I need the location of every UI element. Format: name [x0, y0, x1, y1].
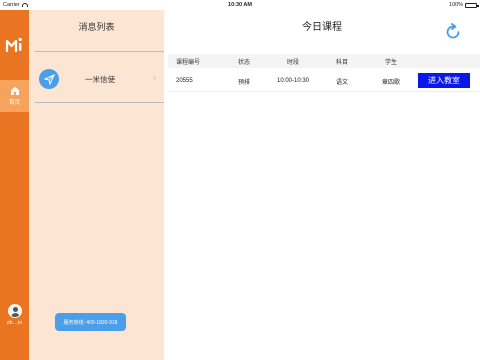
- table-row: 20555 预排 10:00-10:30 语文 章四歌 进入教室: [168, 72, 480, 90]
- battery-info: 100%: [448, 2, 479, 8]
- user-name: zh…in: [6, 320, 23, 326]
- course-status: 预排: [237, 79, 250, 86]
- column-header-status: 状态: [237, 59, 250, 66]
- chevron-right-icon: ›: [153, 72, 156, 82]
- status-bar: Carrier 10:30 AM 100%: [0, 0, 480, 10]
- hotline-button[interactable]: 服务热线: 400-1820-918: [55, 313, 126, 331]
- divider: [35, 51, 164, 52]
- course-time: 10:00-10:30: [276, 78, 310, 84]
- course-id: 20555: [176, 78, 193, 84]
- message-panel: 消息列表 一米信使 › 服务热线: 400-1820-918: [29, 10, 164, 360]
- message-item[interactable]: 一米信使 ›: [35, 58, 164, 100]
- column-header-course-id: 课程编号: [176, 59, 201, 66]
- page-title: 今日课程: [302, 22, 342, 33]
- nav-home-label: 首页: [8, 100, 20, 106]
- clock: 10:30 AM: [228, 2, 252, 8]
- enter-classroom-button[interactable]: 进入教室: [418, 73, 470, 88]
- column-header-time: 时段: [286, 59, 299, 66]
- message-item-label: 一米信使: [85, 74, 115, 84]
- left-rail: 首页 zh…in: [0, 10, 29, 360]
- battery-percent: 100%: [448, 2, 463, 8]
- avatar[interactable]: [7, 304, 22, 318]
- column-header-student: 学生: [384, 59, 397, 66]
- message-panel-title: 消息列表: [78, 22, 115, 32]
- nav-home[interactable]: 首页: [0, 80, 29, 112]
- refresh-icon[interactable]: [444, 23, 462, 41]
- user-profile[interactable]: zh…in: [0, 304, 29, 326]
- paper-plane-icon: [39, 69, 59, 89]
- home-icon: [10, 87, 19, 95]
- table-header: 课程编号 状态 时段 科目 学生: [168, 54, 480, 68]
- divider: [168, 91, 480, 92]
- course-subject: 语文: [335, 79, 348, 86]
- column-header-subject: 科目: [335, 59, 348, 66]
- yimi-logo-icon: [5, 37, 22, 53]
- divider: [35, 102, 164, 103]
- main-content: 今日课程 课程编号 状态 时段 科目 学生 20555 预排 10:00-10:…: [164, 10, 480, 360]
- battery-icon: [465, 2, 479, 8]
- course-student: 章四歌: [381, 79, 400, 86]
